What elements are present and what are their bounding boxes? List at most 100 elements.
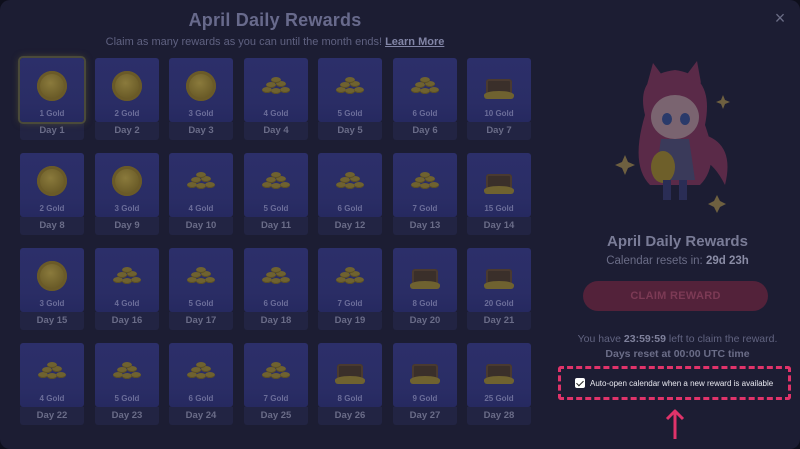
reward-amount: 7 Gold bbox=[337, 299, 363, 308]
reward-day-4[interactable]: 4 Gold Day 4 bbox=[244, 58, 308, 140]
reward-day-22[interactable]: 4 Gold Day 22 bbox=[20, 343, 84, 425]
reward-day-label: Day 4 bbox=[244, 122, 308, 140]
claim-time-text: You have 23:59:59 left to claim the rewa… bbox=[577, 333, 778, 345]
reward-day-label: Day 11 bbox=[244, 217, 308, 235]
reward-amount: 1 Gold bbox=[39, 109, 65, 118]
claim-reward-button[interactable]: CLAIM REWARD bbox=[583, 281, 768, 311]
reward-day-5[interactable]: 5 Gold Day 5 bbox=[318, 58, 382, 140]
reward-day-label: Day 27 bbox=[393, 407, 457, 425]
reward-day-23[interactable]: 5 Gold Day 23 bbox=[95, 343, 159, 425]
treasure-chest-icon bbox=[467, 165, 531, 197]
reward-amount: 5 Gold bbox=[337, 109, 363, 118]
reward-day-7[interactable]: 10 Gold Day 7 bbox=[467, 58, 531, 140]
reward-card: 3 Gold bbox=[95, 153, 159, 217]
coin-icon bbox=[169, 70, 233, 102]
reward-day-25[interactable]: 7 Gold Day 25 bbox=[244, 343, 308, 425]
reward-day-8[interactable]: 2 Gold Day 8 bbox=[20, 153, 84, 235]
calendar-reset-countdown: 29d 23h bbox=[705, 255, 749, 267]
reward-day-14[interactable]: 15 Gold Day 14 bbox=[467, 153, 531, 235]
reward-day-16[interactable]: 4 Gold Day 16 bbox=[95, 248, 159, 330]
reward-amount: 5 Gold bbox=[263, 204, 289, 213]
reward-amount: 4 Gold bbox=[188, 204, 214, 213]
reward-card: 20 Gold bbox=[467, 248, 531, 312]
reward-amount: 25 Gold bbox=[484, 394, 514, 403]
reward-card: 7 Gold bbox=[318, 248, 382, 312]
gold-pile-icon bbox=[244, 165, 308, 197]
reward-card: 8 Gold bbox=[393, 248, 457, 312]
reward-card: 4 Gold bbox=[20, 343, 84, 407]
reward-day-label: Day 2 bbox=[95, 122, 159, 140]
reward-day-9[interactable]: 3 Gold Day 9 bbox=[95, 153, 159, 235]
auto-open-option[interactable]: Auto-open calendar when a new reward is … bbox=[558, 366, 791, 400]
reward-amount: 20 Gold bbox=[484, 299, 514, 308]
gold-pile-icon bbox=[244, 260, 308, 292]
reward-day-label: Day 3 bbox=[169, 122, 233, 140]
days-reset-text: Days reset at 00:00 UTC time bbox=[605, 348, 750, 360]
reward-day-label: Day 8 bbox=[20, 217, 84, 235]
reward-day-18[interactable]: 6 Gold Day 18 bbox=[244, 248, 308, 330]
gold-pile-icon bbox=[244, 70, 308, 102]
reward-day-1[interactable]: 1 Gold Day 1 bbox=[20, 58, 84, 140]
reward-card: 4 Gold bbox=[244, 58, 308, 122]
reward-day-label: Day 9 bbox=[95, 217, 159, 235]
reward-day-label: Day 1 bbox=[20, 122, 84, 140]
gold-pile-icon bbox=[318, 70, 382, 102]
reward-day-label: Day 7 bbox=[467, 122, 531, 140]
reward-card: 4 Gold bbox=[169, 153, 233, 217]
reward-card: 6 Gold bbox=[244, 248, 308, 312]
claim-countdown: 23:59:59 bbox=[623, 333, 666, 345]
reward-day-label: Day 5 bbox=[318, 122, 382, 140]
reward-amount: 4 Gold bbox=[114, 299, 140, 308]
reward-day-label: Day 12 bbox=[318, 217, 382, 235]
calendar-reset-text: Calendar resets in: 29d 23h bbox=[606, 255, 749, 267]
gold-pile-icon bbox=[169, 260, 233, 292]
reward-day-27[interactable]: 9 Gold Day 27 bbox=[393, 343, 457, 425]
reward-day-label: Day 18 bbox=[244, 312, 308, 330]
reward-day-17[interactable]: 5 Gold Day 17 bbox=[169, 248, 233, 330]
reward-amount: 5 Gold bbox=[188, 299, 214, 308]
treasure-chest-icon bbox=[467, 260, 531, 292]
reward-day-24[interactable]: 6 Gold Day 24 bbox=[169, 343, 233, 425]
reward-card: 3 Gold bbox=[20, 248, 84, 312]
auto-open-checkbox[interactable] bbox=[575, 378, 585, 388]
reward-day-label: Day 13 bbox=[393, 217, 457, 235]
reward-day-3[interactable]: 3 Gold Day 3 bbox=[169, 58, 233, 140]
reward-amount: 6 Gold bbox=[337, 204, 363, 213]
reward-day-20[interactable]: 8 Gold Day 20 bbox=[393, 248, 457, 330]
gold-pile-icon bbox=[95, 260, 159, 292]
reward-amount: 9 Gold bbox=[412, 394, 438, 403]
reward-day-21[interactable]: 20 Gold Day 21 bbox=[467, 248, 531, 330]
reward-amount: 6 Gold bbox=[412, 109, 438, 118]
arrow-up-icon bbox=[665, 409, 685, 439]
auto-open-label: Auto-open calendar when a new reward is … bbox=[590, 378, 774, 388]
coin-icon bbox=[20, 260, 84, 292]
reward-day-19[interactable]: 7 Gold Day 19 bbox=[318, 248, 382, 330]
reward-day-10[interactable]: 4 Gold Day 10 bbox=[169, 153, 233, 235]
reward-day-28[interactable]: 25 Gold Day 28 bbox=[467, 343, 531, 425]
reward-day-2[interactable]: 2 Gold Day 2 bbox=[95, 58, 159, 140]
reward-day-12[interactable]: 6 Gold Day 12 bbox=[318, 153, 382, 235]
gold-pile-icon bbox=[318, 165, 382, 197]
reward-card: 5 Gold bbox=[169, 248, 233, 312]
treasure-chest-icon bbox=[393, 260, 457, 292]
treasure-chest-icon bbox=[393, 355, 457, 387]
reward-amount: 4 Gold bbox=[39, 394, 65, 403]
reward-amount: 15 Gold bbox=[484, 204, 514, 213]
reward-day-13[interactable]: 7 Gold Day 13 bbox=[393, 153, 457, 235]
reward-amount: 3 Gold bbox=[188, 109, 214, 118]
treasure-chest-icon bbox=[467, 355, 531, 387]
gold-pile-icon bbox=[244, 355, 308, 387]
panel-title: April Daily Rewards bbox=[607, 233, 748, 250]
reward-card: 2 Gold bbox=[20, 153, 84, 217]
gold-pile-icon bbox=[393, 70, 457, 102]
reward-day-label: Day 14 bbox=[467, 217, 531, 235]
reward-day-6[interactable]: 6 Gold Day 6 bbox=[393, 58, 457, 140]
reward-card: 10 Gold bbox=[467, 58, 531, 122]
treasure-chest-icon bbox=[318, 355, 382, 387]
reward-day-label: Day 15 bbox=[20, 312, 84, 330]
reward-day-26[interactable]: 8 Gold Day 26 bbox=[318, 343, 382, 425]
reward-day-11[interactable]: 5 Gold Day 11 bbox=[244, 153, 308, 235]
reward-day-15[interactable]: 3 Gold Day 15 bbox=[20, 248, 84, 330]
coin-icon bbox=[20, 165, 84, 197]
reward-card: 8 Gold bbox=[318, 343, 382, 407]
